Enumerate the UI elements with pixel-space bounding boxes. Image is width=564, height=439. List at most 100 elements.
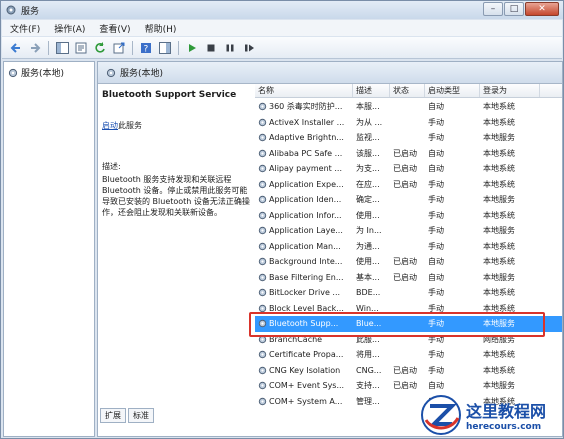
cell-startup-type: 手动 bbox=[428, 179, 444, 189]
cell-description: 本服... bbox=[356, 102, 380, 112]
table-row[interactable]: Alibaba PC Safe ... 该服... 已启动 自动 本地系统 bbox=[255, 146, 562, 162]
cell-startup-type: 自动 bbox=[428, 148, 444, 158]
table-row[interactable]: Adaptive Brightn... 监视... 手动 本地服务 bbox=[255, 130, 562, 146]
table-row[interactable]: Application Laye... 为 In... 手动 本地服务 bbox=[255, 223, 562, 239]
cell-description: 为 In... bbox=[356, 226, 382, 236]
column-header-log-on-as[interactable]: 登录为 bbox=[480, 84, 540, 97]
service-name-text: Alipay payment ... bbox=[269, 164, 342, 174]
pause-icon bbox=[226, 44, 234, 51]
close-button[interactable]: ✕ bbox=[525, 2, 559, 16]
minimize-button[interactable]: – bbox=[483, 2, 503, 16]
cell-name: Application Iden... bbox=[255, 195, 353, 204]
menu-file[interactable]: 文件(F) bbox=[10, 22, 40, 35]
title-bar[interactable]: 服务 – □ ✕ bbox=[1, 1, 563, 19]
service-gear-icon bbox=[258, 289, 267, 297]
export-list-button[interactable] bbox=[111, 40, 127, 56]
show-hide-console-tree-button[interactable] bbox=[54, 40, 70, 56]
start-service-link[interactable]: 启动 bbox=[102, 121, 118, 130]
services-pane: 服务(本地) Bluetooth Support Service 启动此服务 描… bbox=[97, 61, 563, 437]
table-row[interactable]: Alipay payment ... 为支... 已启动 自动 本地系统 bbox=[255, 161, 562, 177]
cell-startup-type: 手动 bbox=[428, 117, 444, 127]
cell-name: 360 杀毒实时防护... bbox=[255, 101, 353, 112]
toolbar: ? bbox=[2, 37, 562, 59]
tab-standard[interactable]: 标准 bbox=[128, 408, 154, 423]
service-gear-icon bbox=[258, 134, 267, 142]
cell-description: 基本... bbox=[356, 272, 380, 282]
cell-description: 支持... bbox=[356, 381, 380, 391]
console-tree-icon bbox=[55, 41, 69, 54]
refresh-button[interactable] bbox=[92, 40, 108, 56]
table-row[interactable]: Certificate Propa... 将用... 手动 本地系统 bbox=[255, 347, 562, 363]
cell-status: 已启动 bbox=[393, 257, 417, 267]
back-button[interactable] bbox=[8, 40, 24, 56]
table-row[interactable]: BranchCache 此服... 手动 网络服务 bbox=[255, 332, 562, 348]
help-icon: ? bbox=[141, 42, 151, 54]
console-tree: 服务(本地) bbox=[3, 61, 95, 437]
menu-view[interactable]: 查看(V) bbox=[99, 22, 130, 35]
table-row[interactable]: BitLocker Drive ... BDE... 手动 本地系统 bbox=[255, 285, 562, 301]
table-row[interactable]: 360 杀毒实时防护... 本服... 自动 本地系统 bbox=[255, 99, 562, 115]
cell-log-on-as: 本地系统 bbox=[483, 164, 515, 174]
table-row[interactable]: Application Infor... 使用... 手动 本地系统 bbox=[255, 208, 562, 224]
cell-startup-type: 手动 bbox=[428, 133, 444, 143]
cell-startup-type: 手动 bbox=[428, 365, 444, 375]
column-header-description[interactable]: 描述 bbox=[353, 84, 390, 97]
cell-startup-type: 手动 bbox=[428, 319, 444, 329]
cell-name: Block Level Back... bbox=[255, 304, 353, 313]
cell-startup-type: 自动 bbox=[428, 272, 444, 282]
cell-name: Application Laye... bbox=[255, 226, 353, 235]
tab-extended[interactable]: 扩展 bbox=[100, 408, 126, 423]
cell-log-on-as: 本地服务 bbox=[483, 195, 515, 205]
cell-name: Certificate Propa... bbox=[255, 350, 353, 359]
cell-status: 已启动 bbox=[393, 148, 417, 158]
cell-name: Adaptive Brightn... bbox=[255, 133, 353, 142]
cell-description: 为通... bbox=[356, 241, 380, 251]
service-name-text: Bluetooth Supp... bbox=[269, 319, 339, 329]
service-gear-icon bbox=[258, 196, 267, 204]
service-gear-icon bbox=[258, 335, 267, 343]
tree-node-services-local[interactable]: 服务(本地) bbox=[8, 66, 64, 79]
start-service-button[interactable] bbox=[184, 40, 200, 56]
column-header-status[interactable]: 状态 bbox=[390, 84, 425, 97]
forward-button[interactable] bbox=[27, 40, 43, 56]
restart-service-button[interactable] bbox=[241, 40, 257, 56]
table-row[interactable]: Base Filtering En... 基本... 已启动 自动 本地服务 bbox=[255, 270, 562, 286]
table-row[interactable]: Bluetooth Supp... Blue... 手动 本地服务 bbox=[255, 316, 562, 332]
service-gear-icon bbox=[258, 382, 267, 390]
menu-help[interactable]: 帮助(H) bbox=[145, 22, 177, 35]
cell-log-on-as: 本地系统 bbox=[483, 179, 515, 189]
forward-arrow-icon bbox=[31, 42, 41, 53]
table-row[interactable]: Background Inte... 使用... 已启动 自动 本地系统 bbox=[255, 254, 562, 270]
stop-service-button[interactable] bbox=[203, 40, 219, 56]
cell-status: 已启动 bbox=[393, 272, 417, 282]
column-header-startup-type[interactable]: 启动类型 bbox=[425, 84, 480, 97]
cell-startup-type: 自动 bbox=[428, 257, 444, 267]
restart-icon bbox=[245, 44, 254, 51]
menu-action[interactable]: 操作(A) bbox=[54, 22, 85, 35]
cell-name: Application Expe... bbox=[255, 180, 353, 189]
cell-status: 已启动 bbox=[393, 179, 417, 189]
selected-service-name: Bluetooth Support Service bbox=[102, 90, 237, 100]
table-row[interactable]: ActiveX Installer ... 为从 ... 手动 本地系统 bbox=[255, 115, 562, 131]
service-name-text: Application Man... bbox=[269, 241, 341, 251]
service-gear-icon bbox=[258, 320, 267, 328]
show-action-pane-button[interactable] bbox=[157, 40, 173, 56]
back-arrow-icon bbox=[10, 42, 20, 53]
table-row[interactable]: Application Expe... 在应... 已启动 手动 本地系统 bbox=[255, 177, 562, 193]
table-row[interactable]: Block Level Back... Win... 手动 本地系统 bbox=[255, 301, 562, 317]
pause-service-button[interactable] bbox=[222, 40, 238, 56]
column-header-name[interactable]: 名称 bbox=[255, 84, 353, 97]
description-label: 描述: bbox=[102, 162, 121, 171]
service-gear-icon bbox=[258, 366, 267, 374]
service-gear-icon bbox=[258, 149, 267, 157]
cell-startup-type: 手动 bbox=[428, 303, 444, 313]
cell-log-on-as: 本地服务 bbox=[483, 319, 515, 329]
help-button[interactable]: ? bbox=[138, 40, 154, 56]
service-name-text: Base Filtering En... bbox=[269, 272, 344, 282]
table-row[interactable]: Application Iden... 确定... 手动 本地服务 bbox=[255, 192, 562, 208]
table-row[interactable]: CNG Key Isolation CNG... 已启动 手动 本地系统 bbox=[255, 363, 562, 379]
table-row[interactable]: Application Man... 为通... 手动 本地系统 bbox=[255, 239, 562, 255]
properties-button[interactable] bbox=[73, 40, 89, 56]
maximize-button[interactable]: □ bbox=[504, 2, 524, 16]
services-icon bbox=[106, 68, 116, 77]
